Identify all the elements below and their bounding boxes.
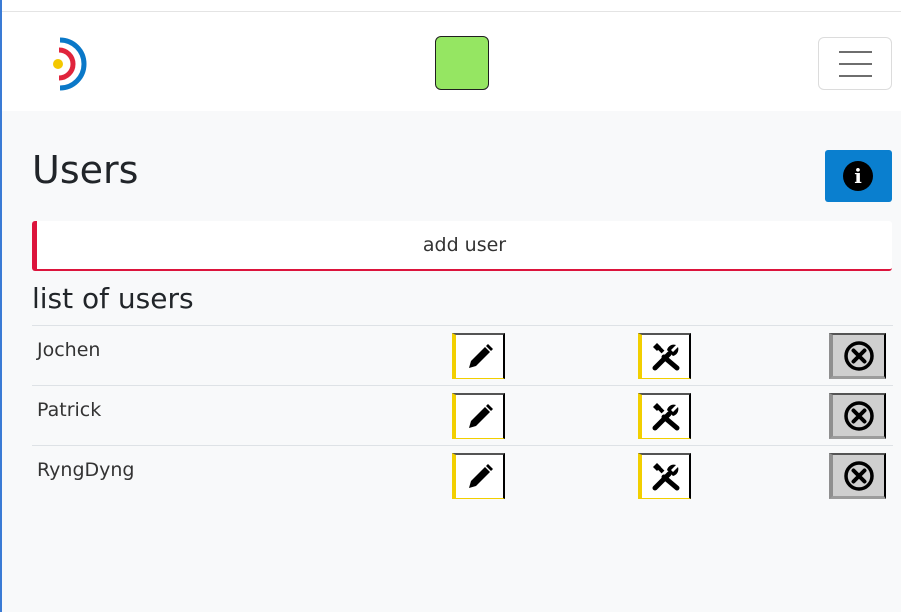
table-row: RyngDyng <box>32 445 893 505</box>
info-icon: i <box>843 161 873 191</box>
navbar <box>2 12 901 111</box>
user-list: Jochen Patrick RyngDyng <box>32 325 893 505</box>
edit-user-button[interactable] <box>452 393 505 439</box>
browser-top-strip <box>2 0 901 12</box>
delete-user-button[interactable] <box>829 333 886 379</box>
menu-toggle-button[interactable] <box>818 37 892 90</box>
edit-user-button[interactable] <box>452 453 505 499</box>
tools-icon <box>652 402 679 430</box>
add-user-button[interactable]: add user <box>32 221 892 271</box>
info-button[interactable]: i <box>825 150 892 202</box>
pencil-icon <box>468 343 493 368</box>
page-title: Users <box>32 148 139 192</box>
user-settings-button[interactable] <box>638 453 691 499</box>
hamburger-bar <box>839 63 872 65</box>
status-indicator <box>435 36 489 90</box>
user-settings-button[interactable] <box>638 333 691 379</box>
close-circle-icon <box>843 340 874 371</box>
app-frame: Users i add user list of users Jochen Pa… <box>0 0 901 612</box>
delete-user-button[interactable] <box>829 393 886 439</box>
user-settings-button[interactable] <box>638 393 691 439</box>
delete-user-button[interactable] <box>829 453 886 499</box>
table-row: Jochen <box>32 325 893 385</box>
table-row: Patrick <box>32 385 893 445</box>
section-title: list of users <box>32 282 194 315</box>
edit-user-button[interactable] <box>452 333 505 379</box>
user-name: RyngDyng <box>37 459 135 481</box>
tools-icon <box>652 342 679 370</box>
tools-icon <box>652 462 679 490</box>
hamburger-bar <box>839 75 872 77</box>
pencil-icon <box>468 403 493 428</box>
pencil-icon <box>468 463 493 488</box>
hamburger-menu-icon <box>839 51 872 53</box>
user-name: Patrick <box>37 399 102 421</box>
close-circle-icon <box>843 400 874 431</box>
user-name: Jochen <box>37 339 101 361</box>
close-circle-icon <box>843 460 874 491</box>
circle-arcs-logo-icon[interactable] <box>48 36 92 92</box>
